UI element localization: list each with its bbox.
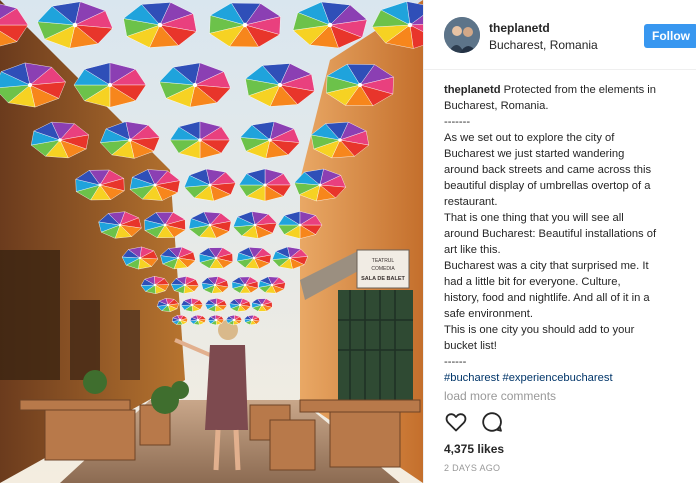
caption-line: Bucharest, Romania. xyxy=(444,100,549,112)
caption-line: around Bucharest: Beautiful installation… xyxy=(444,228,657,240)
umbrella xyxy=(231,276,259,294)
post-username[interactable]: theplanetd xyxy=(489,21,550,35)
caption-line: restaurant. xyxy=(444,196,498,208)
avatar[interactable] xyxy=(444,17,480,53)
caption-line: history, food and nightlife. And all of … xyxy=(444,292,650,304)
umbrella xyxy=(225,314,243,326)
comment-icon[interactable] xyxy=(480,410,504,434)
caption-line: Bucharest was a city that surprised me. … xyxy=(444,260,649,272)
caption-username[interactable]: theplanetd xyxy=(444,84,501,96)
caption-line: That is one thing that you will see all xyxy=(444,212,624,224)
umbrella xyxy=(207,314,225,326)
umbrella xyxy=(140,276,170,294)
umbrella xyxy=(75,169,125,201)
caption-line: ------- xyxy=(444,116,471,128)
post-side-panel: theplanetd Bucharest, Romania Follow the… xyxy=(423,0,696,483)
umbrella xyxy=(238,168,292,202)
caption-line: Bucharest we just started wandering xyxy=(444,148,625,160)
umbrella xyxy=(170,276,200,294)
caption-line: This is one city you should add to your xyxy=(444,324,635,336)
umbrella xyxy=(209,2,281,48)
umbrella xyxy=(251,298,273,312)
post-location[interactable]: Bucharest, Romania xyxy=(489,38,598,52)
sign-line-2: COMEDIA xyxy=(371,266,395,272)
umbrella xyxy=(171,315,189,325)
umbrella xyxy=(277,211,323,239)
umbrella xyxy=(73,62,147,108)
post-timestamp[interactable]: 2 DAYS AGO xyxy=(444,463,500,473)
caption-text: Protected from the elements in xyxy=(500,84,657,96)
umbrella xyxy=(180,297,204,313)
caption-line: around back streets and came across this xyxy=(444,164,652,176)
post-photo[interactable]: TEATRUL COMEDIA SALA DE BALET xyxy=(0,0,423,483)
load-more-comments-link[interactable]: load more comments xyxy=(444,389,556,403)
caption-line: safe environment. xyxy=(444,308,533,320)
follow-button[interactable]: Follow xyxy=(644,24,696,48)
like-count[interactable]: 4,375 likes xyxy=(444,442,504,456)
caption-line: ------ xyxy=(444,356,467,368)
heart-icon[interactable] xyxy=(444,410,468,434)
caption-line: beautiful display of umbrellas overtop o… xyxy=(444,180,651,192)
umbrella xyxy=(169,121,231,159)
caption-line: theplanetd Protected from the elements i… xyxy=(444,82,692,98)
caption-line: art like this. xyxy=(444,244,501,256)
theatre-sign: TEATRUL COMEDIA SALA DE BALET xyxy=(356,249,410,289)
umbrella xyxy=(198,247,234,269)
sign-line-1: TEATRUL xyxy=(372,258,395,264)
caption-hashtags: #bucharest #experiencebucharest xyxy=(444,370,692,386)
hashtag-link[interactable]: #bucharest xyxy=(444,372,499,384)
umbrella xyxy=(144,212,186,238)
umbrella xyxy=(243,314,261,326)
hashtag-link[interactable]: #experiencebucharest xyxy=(502,372,612,384)
umbrella-street-image: TEATRUL COMEDIA SALA DE BALET xyxy=(0,0,423,483)
post-actions xyxy=(444,410,684,434)
caption-line: had a little bit for everyone. Culture, xyxy=(444,276,621,288)
post-header: theplanetd Bucharest, Romania Follow xyxy=(424,0,696,70)
caption-line: bucket list! xyxy=(444,340,497,352)
umbrella xyxy=(325,63,395,107)
post-caption: theplanetd Protected from the elements i… xyxy=(444,82,692,386)
umbrella xyxy=(204,297,228,313)
sign-line-3: SALA DE BALET xyxy=(361,276,405,282)
caption-line: As we set out to explore the city of xyxy=(444,132,615,144)
